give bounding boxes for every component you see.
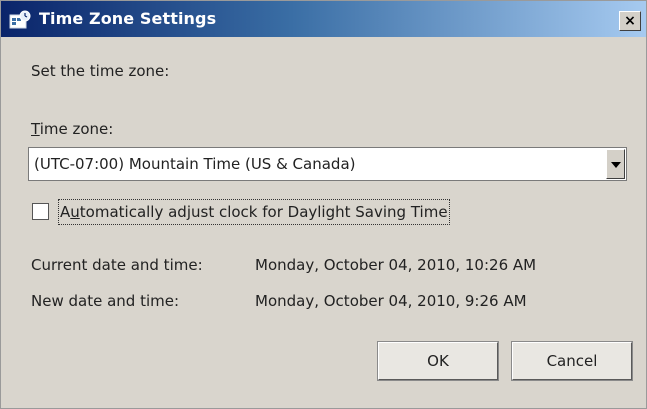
new-datetime-value: Monday, October 04, 2010, 9:26 AM	[255, 292, 527, 310]
time-zone-settings-dialog: Time Zone Settings × Set the time zone: …	[0, 0, 647, 409]
chevron-down-icon[interactable]	[606, 149, 625, 179]
dst-checkbox-label[interactable]: Automatically adjust clock for Daylight …	[58, 199, 450, 225]
timezone-select[interactable]: (UTC-07:00) Mountain Time (US & Canada)	[28, 147, 627, 181]
title-bar[interactable]: Time Zone Settings ×	[1, 1, 646, 37]
dialog-title: Time Zone Settings	[39, 9, 217, 28]
current-datetime-value: Monday, October 04, 2010, 10:26 AM	[255, 256, 537, 274]
current-datetime-label: Current date and time:	[31, 256, 203, 274]
cancel-button[interactable]: Cancel	[511, 341, 633, 381]
dst-label-rest: tomatically adjust clock for Daylight Sa…	[79, 203, 448, 221]
timezone-label: Time zone:	[31, 119, 113, 139]
clock-globe-icon	[9, 10, 31, 29]
timezone-mnemonic: T	[31, 120, 40, 138]
close-button[interactable]: ×	[619, 11, 641, 31]
intro-text: Set the time zone:	[31, 62, 170, 80]
dst-mnemonic: u	[70, 203, 80, 221]
close-icon: ×	[624, 13, 636, 29]
ok-button[interactable]: OK	[377, 341, 499, 381]
timezone-label-rest: ime zone:	[39, 120, 114, 138]
dst-checkbox[interactable]	[32, 203, 49, 220]
dst-label-prefix: A	[60, 203, 71, 221]
timezone-selected-value: (UTC-07:00) Mountain Time (US & Canada)	[34, 155, 356, 173]
new-datetime-label: New date and time:	[31, 292, 180, 310]
